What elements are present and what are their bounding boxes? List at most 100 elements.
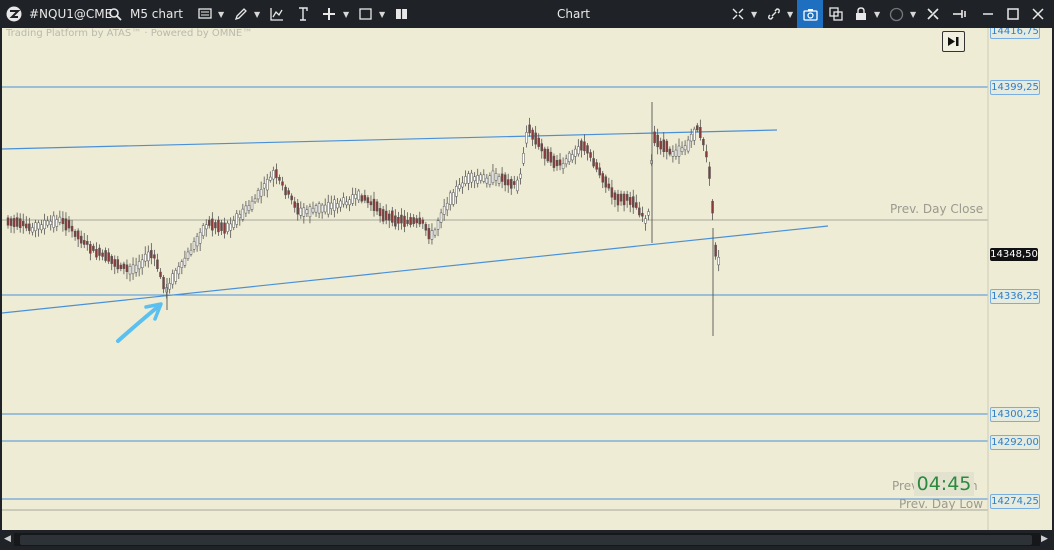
- link-icon[interactable]: [767, 0, 781, 28]
- candle-body-98: [305, 209, 309, 214]
- candle-body-88: [275, 169, 278, 179]
- candle-body-65: [205, 224, 208, 230]
- price-chart[interactable]: [2, 28, 1052, 530]
- minimize-icon[interactable]: [982, 0, 994, 28]
- candle-body-223: [686, 139, 690, 152]
- candle-body-181: [558, 159, 562, 166]
- search-icon[interactable]: [109, 0, 122, 28]
- pencil-icon[interactable]: [234, 0, 248, 28]
- symbol-label[interactable]: #NQU1@CME: [29, 0, 112, 28]
- candle-body-36: [116, 259, 120, 270]
- candle-body-142: [439, 212, 443, 223]
- candle-body-56: [177, 266, 181, 275]
- candle-body-20: [67, 219, 71, 229]
- candle-body-125: [388, 213, 391, 221]
- app-logo-icon[interactable]: [6, 0, 22, 28]
- candle-body-182: [561, 163, 565, 169]
- candle-body-77: [241, 208, 245, 220]
- scroll-thumb[interactable]: [20, 535, 1032, 545]
- plus-icon[interactable]: [322, 0, 336, 28]
- candle-body-210: [647, 211, 650, 216]
- candle-body-22: [73, 230, 77, 237]
- candle-body-14: [49, 220, 52, 225]
- candle-body-10: [37, 222, 40, 230]
- tools-icon[interactable]: [926, 0, 940, 28]
- scroll-to-end-button[interactable]: [942, 31, 965, 52]
- template-dropdown-caret[interactable]: ▼: [218, 0, 224, 28]
- candle-body-167: [516, 179, 519, 192]
- candle-body-195: [601, 173, 604, 183]
- candle-body-159: [491, 170, 495, 183]
- window-dropdown-caret[interactable]: ▼: [379, 0, 385, 28]
- candle-body-124: [384, 210, 388, 221]
- scroll-right-icon[interactable]: ▶: [1041, 534, 1048, 544]
- plus-dropdown-caret[interactable]: ▼: [343, 0, 349, 28]
- candle-body-151: [467, 173, 470, 184]
- template-icon[interactable]: [198, 0, 212, 28]
- candle-body-5: [22, 221, 25, 227]
- chart-canvas[interactable]: Trading Platform by ATAS™ · Powered by O…: [2, 28, 1052, 530]
- prev-day-close-label: Prev. Day Close: [890, 202, 984, 216]
- pencil-dropdown-caret[interactable]: ▼: [254, 0, 260, 28]
- candle-body-205: [632, 196, 635, 208]
- candle-body-221: [680, 147, 684, 152]
- candle-body-3: [15, 217, 19, 227]
- candle-body-163: [503, 174, 507, 186]
- camera-icon[interactable]: [797, 0, 823, 28]
- candle-body-177: [546, 148, 550, 162]
- book-icon[interactable]: [395, 0, 408, 28]
- chart-type-dropdown[interactable]: M5 chart: [130, 0, 183, 28]
- candle-body-59: [186, 251, 190, 259]
- lock-dropdown-caret[interactable]: ▼: [874, 0, 880, 28]
- candle-body-54: [171, 273, 174, 285]
- window-icon[interactable]: [359, 0, 372, 28]
- candle-body-118: [366, 197, 370, 204]
- indicator-icon[interactable]: [270, 0, 284, 28]
- candle-body-1: [9, 218, 13, 226]
- candle-body-62: [195, 236, 199, 247]
- link-dropdown-caret[interactable]: ▼: [787, 0, 793, 28]
- clone-icon[interactable]: [829, 0, 843, 28]
- candle-body-60: [189, 249, 193, 255]
- lock-icon[interactable]: [855, 0, 867, 28]
- candle-body-28: [92, 245, 95, 251]
- candle-body-9: [34, 222, 37, 231]
- horizontal-scrollbar[interactable]: ◀ ▶: [0, 530, 1054, 550]
- candle-body-75: [235, 213, 238, 225]
- candle-body-23: [76, 230, 80, 240]
- candle-body-172: [531, 129, 534, 140]
- candle-body-186: [574, 148, 577, 157]
- close-icon[interactable]: [1032, 0, 1044, 28]
- candle-body-122: [378, 208, 382, 217]
- candle-body-133: [412, 217, 415, 225]
- maximize-icon[interactable]: [1007, 0, 1019, 28]
- crosshair-dropdown-caret[interactable]: ▼: [751, 0, 757, 28]
- candle-body-154: [476, 175, 479, 184]
- circle-dropdown-caret[interactable]: ▼: [910, 0, 916, 28]
- circle-icon[interactable]: [889, 0, 904, 28]
- crosshair-icon[interactable]: [731, 0, 745, 28]
- candle-body-200: [616, 193, 620, 206]
- candle-body-138: [427, 228, 431, 240]
- candle-body-179: [552, 155, 556, 168]
- candle-body-100: [311, 207, 315, 213]
- candle-body-180: [555, 159, 559, 167]
- candle-body-198: [610, 187, 614, 198]
- candle-body-51: [162, 277, 165, 290]
- scroll-left-icon[interactable]: ◀: [4, 534, 11, 544]
- candle-body-30: [98, 247, 101, 256]
- candle-body-97: [302, 207, 306, 217]
- candle-body-224: [689, 134, 693, 142]
- pin-icon[interactable]: [952, 0, 966, 28]
- candle-body-55: [174, 270, 177, 282]
- candle-body-127: [394, 215, 397, 227]
- strategy-icon[interactable]: [297, 0, 309, 28]
- candle-body-153: [473, 176, 476, 182]
- candle-body-171: [528, 124, 531, 134]
- candle-body-146: [452, 192, 455, 205]
- candle-body-103: [320, 204, 324, 213]
- candle-body-170: [525, 132, 528, 144]
- candle-body-161: [497, 176, 501, 184]
- candle-body-18: [61, 218, 65, 225]
- candle-body-233: [717, 256, 720, 266]
